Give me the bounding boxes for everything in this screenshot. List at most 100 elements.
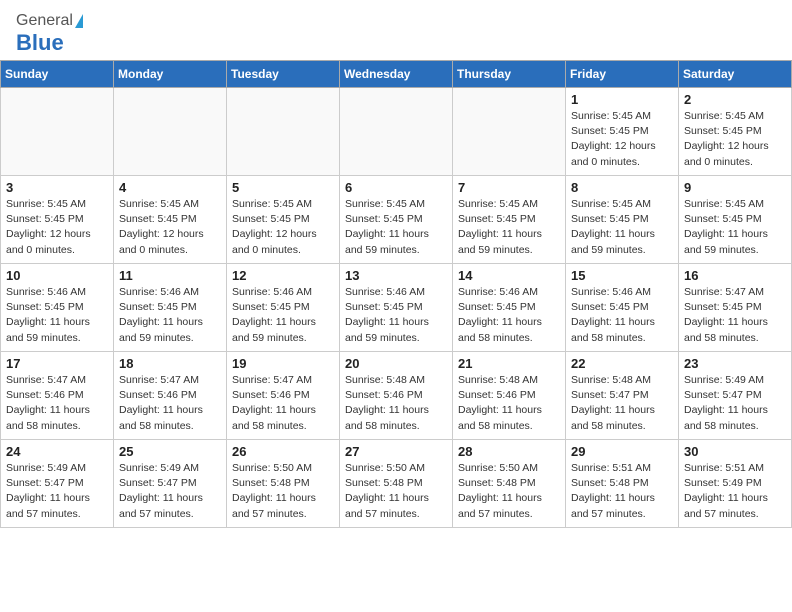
calendar-cell: 1 Sunrise: 5:45 AM Sunset: 5:45 PM Daylig… xyxy=(566,88,679,176)
calendar-cell xyxy=(453,88,566,176)
calendar-cell xyxy=(1,88,114,176)
day-number: 23 xyxy=(684,356,786,371)
logo: General Blue xyxy=(16,12,83,56)
day-info: Sunrise: 5:48 AM Sunset: 5:46 PM Dayligh… xyxy=(458,373,560,434)
day-number: 8 xyxy=(571,180,673,195)
calendar-cell: 23 Sunrise: 5:49 AM Sunset: 5:47 PM Dayli… xyxy=(679,352,792,440)
day-info: Sunrise: 5:50 AM Sunset: 5:48 PM Dayligh… xyxy=(345,461,447,522)
day-info: Sunrise: 5:47 AM Sunset: 5:46 PM Dayligh… xyxy=(232,373,334,434)
day-info: Sunrise: 5:46 AM Sunset: 5:45 PM Dayligh… xyxy=(345,285,447,346)
day-number: 4 xyxy=(119,180,221,195)
calendar-cell: 7Sunrise: 5:45 AM Sunset: 5:45 PM Daylig… xyxy=(453,176,566,264)
day-number: 20 xyxy=(345,356,447,371)
day-number: 15 xyxy=(571,268,673,283)
day-info: Sunrise: 5:49 AM Sunset: 5:47 PM Dayligh… xyxy=(119,461,221,522)
day-number: 27 xyxy=(345,444,447,459)
page-header: General Blue xyxy=(0,0,792,60)
day-number: 10 xyxy=(6,268,108,283)
day-info: Sunrise: 5:48 AM Sunset: 5:46 PM Dayligh… xyxy=(345,373,447,434)
calendar-cell xyxy=(114,88,227,176)
calendar-table: SundayMondayTuesdayWednesdayThursdayFrid… xyxy=(0,60,792,528)
day-number: 18 xyxy=(119,356,221,371)
calendar-cell: 5 Sunrise: 5:45 AM Sunset: 5:45 PM Daylig… xyxy=(227,176,340,264)
calendar-cell: 4 Sunrise: 5:45 AM Sunset: 5:45 PM Daylig… xyxy=(114,176,227,264)
day-number: 29 xyxy=(571,444,673,459)
calendar-cell: 8 Sunrise: 5:45 AM Sunset: 5:45 PM Daylig… xyxy=(566,176,679,264)
day-info: Sunrise: 5:47 AM Sunset: 5:46 PM Dayligh… xyxy=(6,373,108,434)
calendar-cell xyxy=(340,88,453,176)
day-info: Sunrise: 5:46 AM Sunset: 5:45 PM Dayligh… xyxy=(119,285,221,346)
day-info: Sunrise: 5:45 AM Sunset: 5:45 PM Dayligh… xyxy=(6,197,108,258)
day-info: Sunrise: 5:49 AM Sunset: 5:47 PM Dayligh… xyxy=(6,461,108,522)
day-header-tuesday: Tuesday xyxy=(227,61,340,88)
calendar-cell: 26 Sunrise: 5:50 AM Sunset: 5:48 PM Dayli… xyxy=(227,440,340,528)
day-info: Sunrise: 5:45 AM Sunset: 5:45 PM Dayligh… xyxy=(458,197,560,258)
day-number: 1 xyxy=(571,92,673,107)
day-info: Sunrise: 5:46 AM Sunset: 5:45 PM Dayligh… xyxy=(571,285,673,346)
calendar-cell: 27 Sunrise: 5:50 AM Sunset: 5:48 PM Dayli… xyxy=(340,440,453,528)
calendar-cell: 22 Sunrise: 5:48 AM Sunset: 5:47 PM Dayli… xyxy=(566,352,679,440)
day-header-saturday: Saturday xyxy=(679,61,792,88)
day-number: 16 xyxy=(684,268,786,283)
day-info: Sunrise: 5:45 AM Sunset: 5:45 PM Dayligh… xyxy=(119,197,221,258)
day-number: 24 xyxy=(6,444,108,459)
day-number: 6 xyxy=(345,180,447,195)
day-info: Sunrise: 5:49 AM Sunset: 5:47 PM Dayligh… xyxy=(684,373,786,434)
calendar-cell: 29Sunrise: 5:51 AM Sunset: 5:48 PM Dayli… xyxy=(566,440,679,528)
day-number: 19 xyxy=(232,356,334,371)
day-number: 26 xyxy=(232,444,334,459)
day-header-thursday: Thursday xyxy=(453,61,566,88)
day-number: 28 xyxy=(458,444,560,459)
day-number: 2 xyxy=(684,92,786,107)
logo-blue-text: Blue xyxy=(16,30,64,56)
day-number: 21 xyxy=(458,356,560,371)
day-number: 22 xyxy=(571,356,673,371)
calendar-cell: 14Sunrise: 5:46 AM Sunset: 5:45 PM Dayli… xyxy=(453,264,566,352)
week-row-5: 24 Sunrise: 5:49 AM Sunset: 5:47 PM Dayli… xyxy=(1,440,792,528)
day-number: 30 xyxy=(684,444,786,459)
logo-general-text: General xyxy=(16,12,73,30)
day-number: 9 xyxy=(684,180,786,195)
calendar-cell: 24 Sunrise: 5:49 AM Sunset: 5:47 PM Dayli… xyxy=(1,440,114,528)
day-info: Sunrise: 5:48 AM Sunset: 5:47 PM Dayligh… xyxy=(571,373,673,434)
day-info: Sunrise: 5:45 AM Sunset: 5:45 PM Dayligh… xyxy=(571,197,673,258)
calendar-cell: 3 Sunrise: 5:45 AM Sunset: 5:45 PM Daylig… xyxy=(1,176,114,264)
calendar-cell: 15 Sunrise: 5:46 AM Sunset: 5:45 PM Dayli… xyxy=(566,264,679,352)
day-number: 25 xyxy=(119,444,221,459)
calendar-cell: 19 Sunrise: 5:47 AM Sunset: 5:46 PM Dayli… xyxy=(227,352,340,440)
calendar-cell: 30 Sunrise: 5:51 AM Sunset: 5:49 PM Dayli… xyxy=(679,440,792,528)
week-row-4: 17Sunrise: 5:47 AM Sunset: 5:46 PM Dayli… xyxy=(1,352,792,440)
calendar-cell: 9 Sunrise: 5:45 AM Sunset: 5:45 PM Daylig… xyxy=(679,176,792,264)
day-info: Sunrise: 5:45 AM Sunset: 5:45 PM Dayligh… xyxy=(571,109,673,170)
day-number: 12 xyxy=(232,268,334,283)
day-number: 11 xyxy=(119,268,221,283)
logo-triangle-icon xyxy=(75,14,83,28)
calendar-cell xyxy=(227,88,340,176)
day-number: 5 xyxy=(232,180,334,195)
calendar-cell: 6Sunrise: 5:45 AM Sunset: 5:45 PM Daylig… xyxy=(340,176,453,264)
calendar-cell: 28 Sunrise: 5:50 AM Sunset: 5:48 PM Dayli… xyxy=(453,440,566,528)
calendar-cell: 18Sunrise: 5:47 AM Sunset: 5:46 PM Dayli… xyxy=(114,352,227,440)
day-info: Sunrise: 5:45 AM Sunset: 5:45 PM Dayligh… xyxy=(684,197,786,258)
day-number: 13 xyxy=(345,268,447,283)
calendar-cell: 17Sunrise: 5:47 AM Sunset: 5:46 PM Dayli… xyxy=(1,352,114,440)
day-info: Sunrise: 5:45 AM Sunset: 5:45 PM Dayligh… xyxy=(684,109,786,170)
calendar-cell: 25 Sunrise: 5:49 AM Sunset: 5:47 PM Dayli… xyxy=(114,440,227,528)
day-info: Sunrise: 5:46 AM Sunset: 5:45 PM Dayligh… xyxy=(232,285,334,346)
day-info: Sunrise: 5:46 AM Sunset: 5:45 PM Dayligh… xyxy=(458,285,560,346)
day-number: 3 xyxy=(6,180,108,195)
calendar-cell: 20 Sunrise: 5:48 AM Sunset: 5:46 PM Dayli… xyxy=(340,352,453,440)
calendar-cell: 11 Sunrise: 5:46 AM Sunset: 5:45 PM Dayli… xyxy=(114,264,227,352)
day-info: Sunrise: 5:45 AM Sunset: 5:45 PM Dayligh… xyxy=(232,197,334,258)
day-info: Sunrise: 5:50 AM Sunset: 5:48 PM Dayligh… xyxy=(232,461,334,522)
week-row-3: 10 Sunrise: 5:46 AM Sunset: 5:45 PM Dayli… xyxy=(1,264,792,352)
calendar-cell: 21 Sunrise: 5:48 AM Sunset: 5:46 PM Dayli… xyxy=(453,352,566,440)
week-row-1: 1 Sunrise: 5:45 AM Sunset: 5:45 PM Daylig… xyxy=(1,88,792,176)
day-info: Sunrise: 5:50 AM Sunset: 5:48 PM Dayligh… xyxy=(458,461,560,522)
day-info: Sunrise: 5:47 AM Sunset: 5:45 PM Dayligh… xyxy=(684,285,786,346)
days-header-row: SundayMondayTuesdayWednesdayThursdayFrid… xyxy=(1,61,792,88)
calendar-cell: 2 Sunrise: 5:45 AM Sunset: 5:45 PM Daylig… xyxy=(679,88,792,176)
calendar-cell: 10Sunrise: 5:46 AM Sunset: 5:45 PM Dayli… xyxy=(1,264,114,352)
week-row-2: 3 Sunrise: 5:45 AM Sunset: 5:45 PM Daylig… xyxy=(1,176,792,264)
day-info: Sunrise: 5:51 AM Sunset: 5:49 PM Dayligh… xyxy=(684,461,786,522)
